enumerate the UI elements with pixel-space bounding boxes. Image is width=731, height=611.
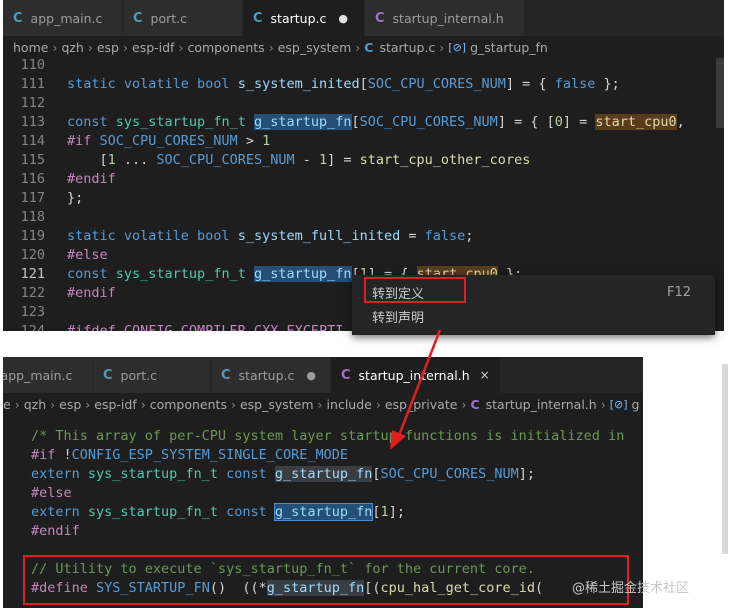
arrow-icon: [390, 329, 442, 450]
watermark: @稀土掘金技术社区: [572, 581, 690, 596]
